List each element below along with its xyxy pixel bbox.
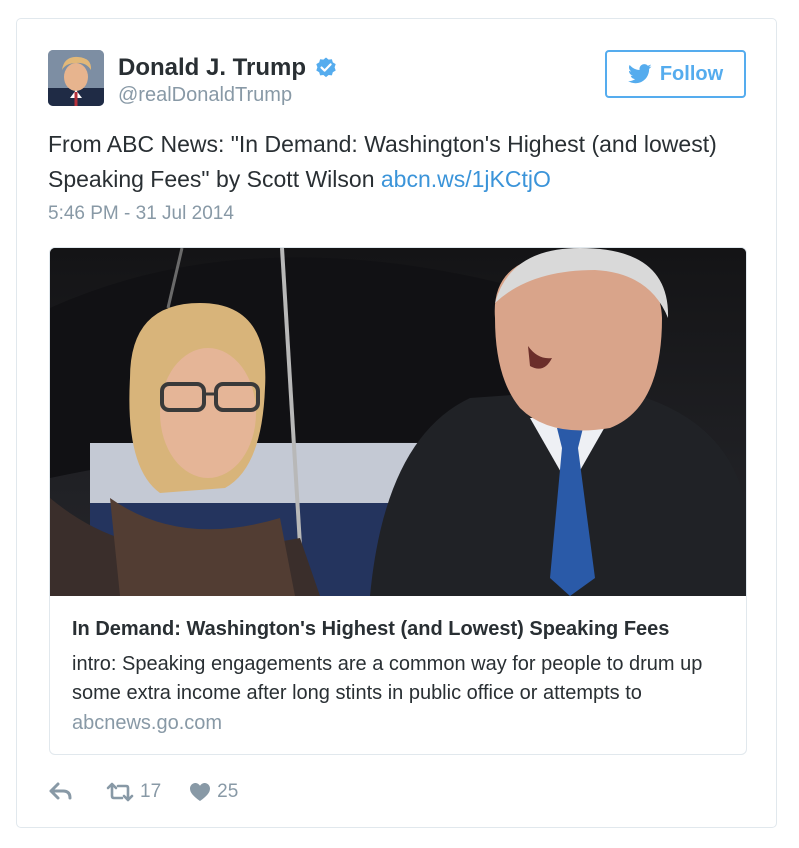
card-title: In Demand: Washington's Highest (and Low… — [72, 618, 670, 640]
tweet-link[interactable]: abcn.ws/1jKCtjO — [381, 166, 551, 192]
retweet-icon — [106, 782, 134, 802]
verified-badge-icon — [314, 56, 338, 80]
retweet-count: 17 — [140, 781, 162, 802]
author-row: Donald J. Trump — [118, 53, 338, 83]
tweet-actions: 17 25 — [48, 777, 238, 807]
avatar[interactable] — [48, 50, 104, 106]
card-domain: abcnews.go.com — [72, 712, 223, 734]
link-preview-card[interactable]: In Demand: Washington's Highest (and Low… — [49, 247, 747, 755]
heart-icon — [190, 783, 211, 801]
author-handle[interactable]: @realDonaldTrump — [118, 84, 292, 107]
card-description: intro: Speaking engagements are a common… — [72, 653, 703, 704]
author-name[interactable]: Donald J. Trump — [118, 54, 306, 82]
twitter-bird-icon — [627, 64, 652, 84]
follow-label: Follow — [659, 62, 724, 85]
tweet-timestamp[interactable]: 5:46 PM - 31 Jul 2014 — [48, 203, 234, 225]
reply-icon — [49, 782, 72, 800]
reply-button[interactable] — [48, 781, 74, 803]
retweet-button[interactable]: 17 — [106, 781, 161, 803]
like-button[interactable]: 25 — [189, 781, 238, 803]
tweet-card: Donald J. Trump @realDonaldTrump Follow … — [16, 18, 777, 828]
preview-photo — [50, 248, 746, 596]
tweet-text: From ABC News: "In Demand: Washington's … — [48, 127, 748, 197]
like-count: 25 — [217, 781, 239, 802]
follow-button[interactable]: Follow — [605, 50, 746, 98]
